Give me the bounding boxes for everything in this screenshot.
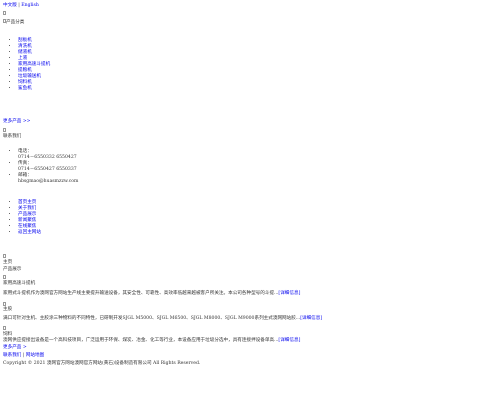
nav-link[interactable]: 新闻聚焦 [18, 218, 36, 223]
footer-sitemap-link[interactable]: 网站地图 [26, 353, 44, 358]
nav-link[interactable]: 返回主网站 [18, 230, 41, 235]
more-link[interactable]: 更多产品 > [3, 345, 27, 350]
product2-desc: 满口可针对生机、主胶涂三种物料的不同特性，已研制开发SJGL M5000、SJG… [3, 316, 301, 321]
product3-detail-link[interactable]: [详细信息] [278, 338, 300, 343]
broken-image-icon [3, 302, 6, 306]
category-link[interactable]: 清洗机 [18, 44, 32, 49]
product2-title: 主胶 [3, 307, 13, 312]
lang-en-link[interactable]: English [21, 3, 39, 8]
nav-item-main-site[interactable]: 返回主网站 [18, 230, 41, 236]
logo-image [3, 11, 6, 18]
nav-link[interactable]: 产品展示 [18, 212, 36, 217]
lang-zh-link[interactable]: 中文版 [3, 3, 17, 8]
product3-desc: 澳网供应提接出设备是一个高科技项目，广泛运用于环保、煤炭、冶金、化工等行业，本设… [3, 338, 279, 343]
category-title: 产品分类 [6, 20, 25, 25]
nav-link[interactable]: 在线聚焦 [18, 224, 36, 229]
nav-link[interactable]: 关于我们 [18, 206, 36, 211]
broken-image-icon [3, 254, 6, 258]
fax-value: 0714－6550427 6550337 [18, 166, 77, 172]
category-link[interactable]: 储液机 [18, 50, 32, 55]
broken-image-icon [3, 275, 6, 279]
footer-contact-link[interactable]: 联系我们 [3, 353, 21, 358]
category-link[interactable]: 上液 [18, 56, 27, 61]
product1-desc: 家用式斗提机作为澳网官方网站生产线主要提升输送设备，其安全性、可靠性、高效率低越… [3, 291, 279, 296]
email-value: hbsgmao@huasmzzw.com [18, 178, 79, 184]
language-switcher: 中文版 | English [3, 3, 39, 9]
category-link[interactable]: 提粮机 [18, 68, 32, 73]
category-heading: 产品分类 [3, 19, 24, 26]
product2-detail-link[interactable]: [详细信息] [300, 316, 322, 321]
contact-title: 联系我们 [3, 134, 22, 139]
broken-image-icon [3, 128, 6, 132]
broken-image-icon [3, 326, 6, 330]
contact-fax: 传真： 0714－6550427 6550337 [18, 161, 78, 173]
product2-row: 满口可针对生机、主胶涂三种物料的不同特性，已研制开发SJGL M5000、SJG… [3, 316, 497, 322]
broken-image-icon [3, 11, 6, 15]
page: 中文版 | English 产品分类 刮板机 清洗机 储液机 上液 家用高速斗提… [0, 0, 500, 417]
main-nav: 首页主页 关于我们 产品展示 新闻聚焦 在线聚焦 返回主网站 [0, 200, 41, 236]
category-link[interactable]: 饲料机 [18, 80, 32, 85]
category-item[interactable]: 鲨鱼机 [18, 86, 50, 92]
product1-detail-link[interactable]: [详细信息] [278, 291, 300, 296]
more-products: 更多产品 >> [3, 119, 31, 125]
copyright: Copyright © 2021 澳网官方网站澳网官方网站(黄石)设备制造有限公… [3, 361, 201, 366]
nav-link[interactable]: 首页主页 [18, 200, 36, 205]
category-link[interactable]: 鲨鱼机 [18, 86, 32, 91]
category-link[interactable]: 垃圾输送机 [18, 74, 41, 79]
section-products-title: 产品展示 [3, 267, 22, 272]
section-home-title: 主页 [3, 260, 13, 265]
category-link[interactable]: 家用高速斗提机 [18, 62, 50, 67]
more-link-row: 更多产品 > [3, 345, 27, 351]
contact-list: 电话： 0714－6550332 6550427 传真： 0714－655042… [0, 149, 78, 184]
product1-row: 家用式斗提机作为澳网官方网站生产线主要提升输送设备，其安全性、可靠性、高效率低越… [3, 291, 497, 297]
product3-row: 澳网供应提接出设备是一个高科技项目，广泛运用于环保、煤炭、冶金、化工等行业，本设… [3, 338, 497, 344]
category-list: 刮板机 清洗机 储液机 上液 家用高速斗提机 提粮机 垃圾输送机 饲料机 鲨鱼机 [0, 38, 50, 91]
category-link[interactable]: 刮板机 [18, 38, 32, 43]
contact-email: 邮箱： hbsgmao@huasmzzw.com [18, 173, 78, 185]
footer-links: 联系我们 | 网站地图 [3, 353, 44, 359]
more-products-link[interactable]: 更多产品 >> [3, 119, 31, 124]
contact-phone: 电话： 0714－6550332 6550427 [18, 149, 78, 161]
phone-value: 0714－6550332 6550427 [18, 154, 77, 160]
product1-title: 家用高速斗提机 [3, 281, 36, 286]
